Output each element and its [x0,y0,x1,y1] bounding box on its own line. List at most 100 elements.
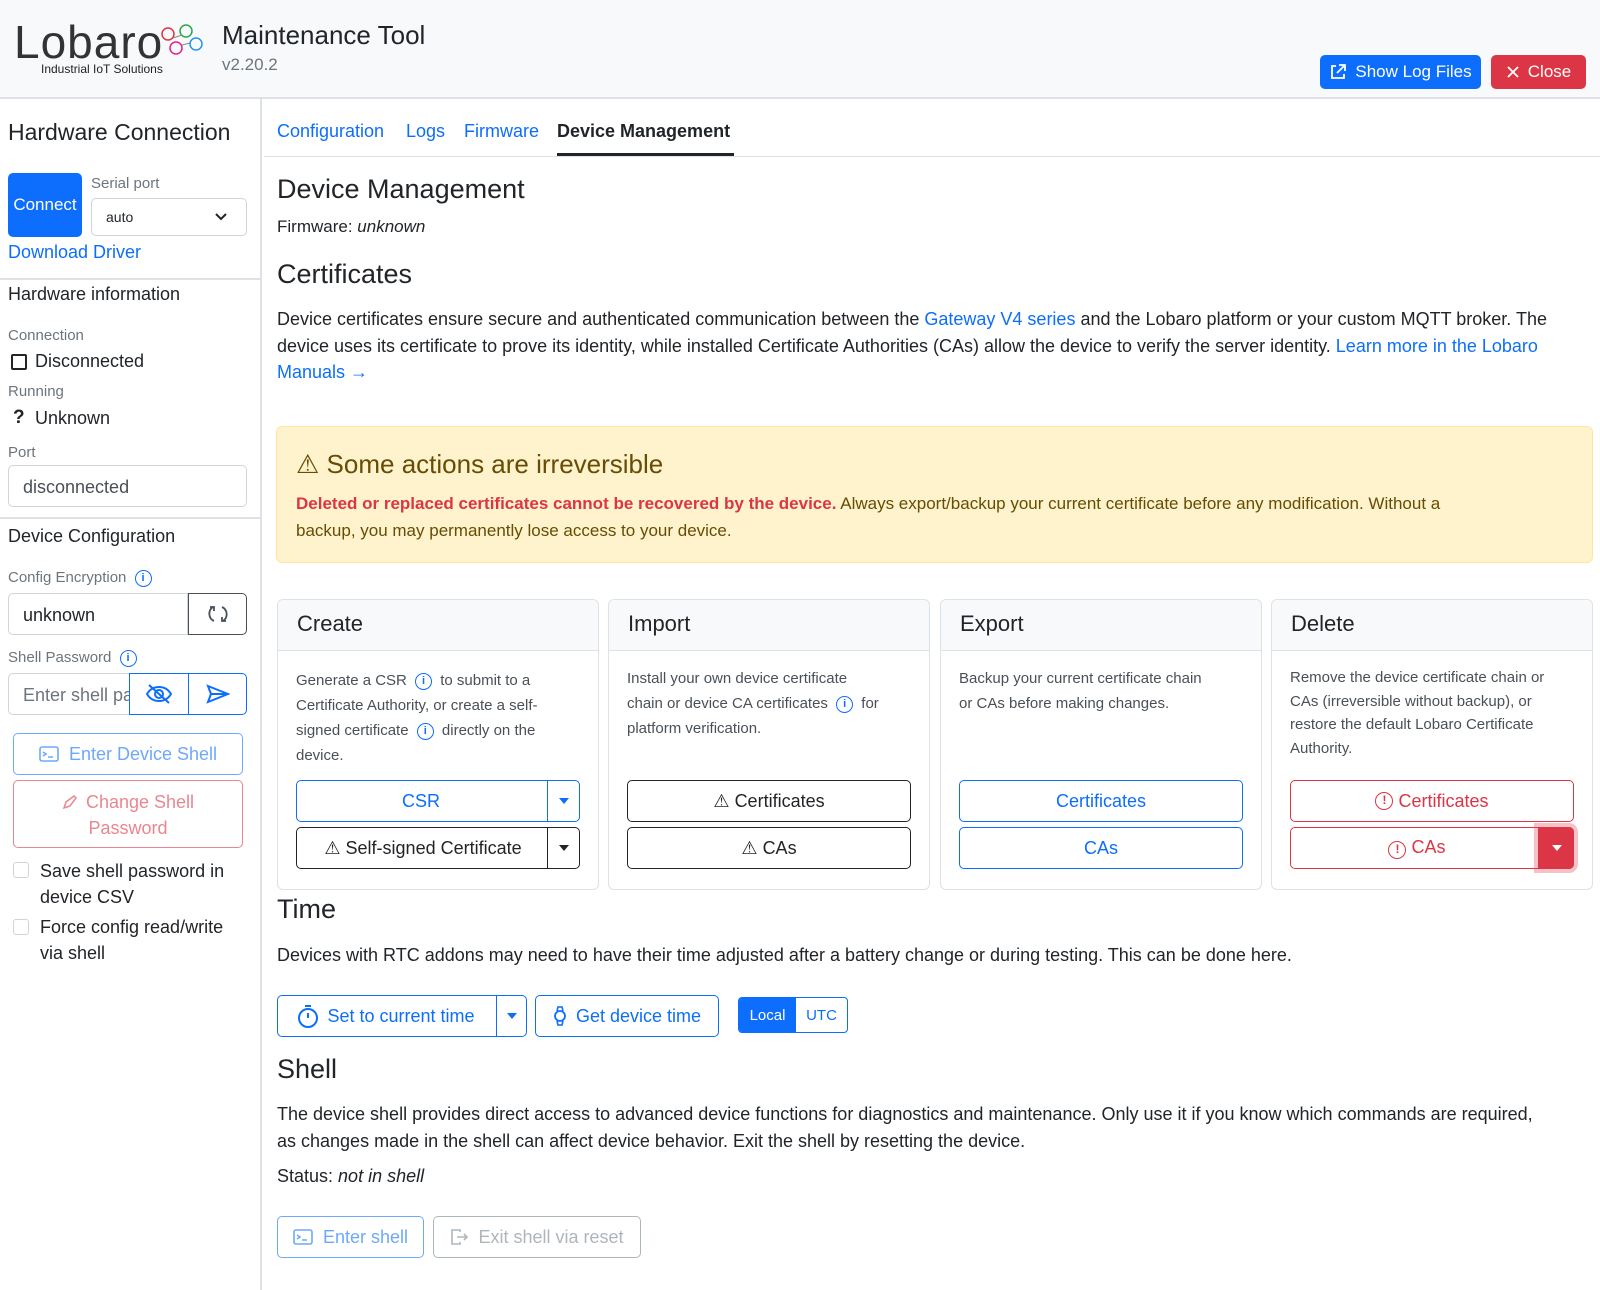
running-label: Running [8,383,64,400]
import-certificates-button[interactable]: ⚠ Certificates [627,780,911,822]
info-icon[interactable]: i [415,672,433,690]
delete-card-title: Delete [1272,600,1592,651]
change-shell-password-label-2: Password [88,818,168,838]
refresh-icon [207,606,228,622]
self-signed-dropdown-toggle[interactable] [547,828,579,868]
info-icon[interactable]: i [416,722,434,740]
terminal-icon [39,746,59,762]
set-current-time-button[interactable]: Set to current time [277,995,527,1037]
config-encryption-label: Config Encryption i [8,569,156,587]
stopwatch-icon [298,1005,319,1028]
get-device-time-button[interactable]: Get device time [535,995,719,1037]
info-icon[interactable]: i [134,569,152,587]
learn-more-link[interactable]: Learn more in the Lobaro [1336,336,1538,356]
export-card-title: Export [941,600,1261,651]
connection-label: Connection [8,327,84,344]
export-cas-button[interactable]: CAs [959,827,1243,869]
time-title: Time [277,894,336,924]
connect-button[interactable]: Connect [8,173,82,237]
warning-text: Deleted or replaced certificates cannot … [296,494,1441,540]
time-description: Devices with RTC addons may need to have… [277,945,1292,965]
show-log-files-label: Show Log Files [1355,62,1472,81]
warning-title: ⚠ Some actions are irreversible [296,449,664,479]
force-config-shell-checkbox[interactable] [13,919,29,935]
get-device-time-label: Get device time [575,1005,702,1026]
logo-wordmark: Lobaro [14,16,164,68]
hardware-connection-title: Hardware Connection [8,119,231,145]
config-encryption-field: unknown [8,593,188,635]
toggle-password-visibility-button[interactable] [129,673,189,715]
learn-more-link-2[interactable]: Manuals → [277,362,368,382]
exit-shell-label: Exit shell via reset [478,1226,624,1247]
csr-label: CSR [401,790,440,811]
close-button[interactable]: Close [1491,55,1586,89]
force-config-shell-label: Force config read/write via shell [40,917,224,963]
page-title: Device Management [277,174,525,204]
export-card-text: Backup your current certificate chain or… [959,670,1202,712]
device-config-title: Device Configuration [8,526,176,546]
save-password-checkbox[interactable] [13,862,29,878]
csr-button[interactable]: CSR [296,780,580,822]
import-card-title: Import [609,600,929,651]
enter-shell-button[interactable]: Enter shell [277,1216,424,1258]
timezone-toggle: Local UTC [738,997,848,1033]
chevron-down-icon [215,213,227,221]
delete-card-text: Remove the device certificate chain or C… [1290,669,1545,757]
warning-icon: ⚠ [296,449,320,479]
info-icon[interactable]: i [836,695,854,713]
send-password-button[interactable] [188,673,247,715]
logo-tagline: Industrial IoT Solutions [41,62,163,76]
send-icon [205,684,230,704]
change-shell-password-label: Change Shell [85,792,195,812]
tab-firmware[interactable]: Firmware [464,121,539,142]
shell-status-value: not in shell [338,1166,425,1186]
firmware-line: Firmware: unknown [277,217,426,236]
alert-circle-icon: ! [1375,792,1394,810]
terminal-icon [293,1229,313,1245]
tab-logs[interactable]: Logs [406,121,445,142]
caret-down-icon [558,845,569,851]
tab-device-management[interactable]: Device Management [557,121,730,142]
square-icon [11,354,27,370]
show-log-files-button[interactable]: Show Log Files [1320,55,1481,89]
csr-dropdown-toggle[interactable] [547,781,579,821]
shell-password-input[interactable]: Enter shell password [8,673,130,715]
delete-card: Delete Remove the device certificate cha… [1271,599,1593,890]
warning-icon: ⚠ [324,837,341,858]
delete-certificates-button[interactable]: ! Certificates [1290,780,1574,822]
running-value: Unknown [35,408,111,428]
shell-status: Status: not in shell [277,1166,425,1186]
divider [0,278,260,280]
create-card: Create Generate a CSR i to submit to a C… [277,599,599,890]
export-certificates-button[interactable]: Certificates [959,780,1243,822]
gateway-v4-link[interactable]: Gateway V4 series [924,309,1075,329]
create-card-text: Generate a CSR i to submit to a Certific… [296,672,538,764]
delete-cas-button[interactable]: ! CAs [1290,827,1574,869]
info-icon[interactable]: i [119,649,137,667]
enter-device-shell-button[interactable]: Enter Device Shell [13,733,243,775]
tz-local-option[interactable]: Local [739,998,796,1032]
refresh-encryption-button[interactable] [188,593,247,635]
tz-utc-option[interactable]: UTC [796,998,847,1032]
exit-shell-button[interactable]: Exit shell via reset [433,1216,641,1258]
import-cas-button[interactable]: ⚠ CAs [627,827,911,869]
serial-port-select[interactable]: auto [91,198,247,236]
port-label: Port [8,444,36,461]
tab-configuration[interactable]: Configuration [277,121,384,142]
self-signed-certificate-button[interactable]: ⚠ Self-signed Certificate [296,827,580,869]
set-time-dropdown-toggle[interactable] [496,996,526,1036]
lobaro-logo: Lobaro Industrial IoT Solutions [14,18,204,80]
question-icon: ? [13,407,25,428]
change-shell-password-button[interactable]: Change Shell Password [13,780,243,848]
external-link-icon [1331,64,1347,79]
delete-cas-label: ! CAs [1388,837,1446,859]
download-driver-link[interactable]: Download Driver [8,242,141,263]
shell-password-label: Shell Password i [8,649,141,667]
connection-value: Disconnected [35,351,145,371]
warning-icon: ⚠ [741,837,758,858]
pencil-icon [62,795,77,810]
alert-circle-icon: ! [1388,841,1407,859]
port-value: disconnected [23,477,130,497]
delete-cas-dropdown-toggle[interactable] [1538,827,1574,869]
close-icon [1507,66,1519,78]
